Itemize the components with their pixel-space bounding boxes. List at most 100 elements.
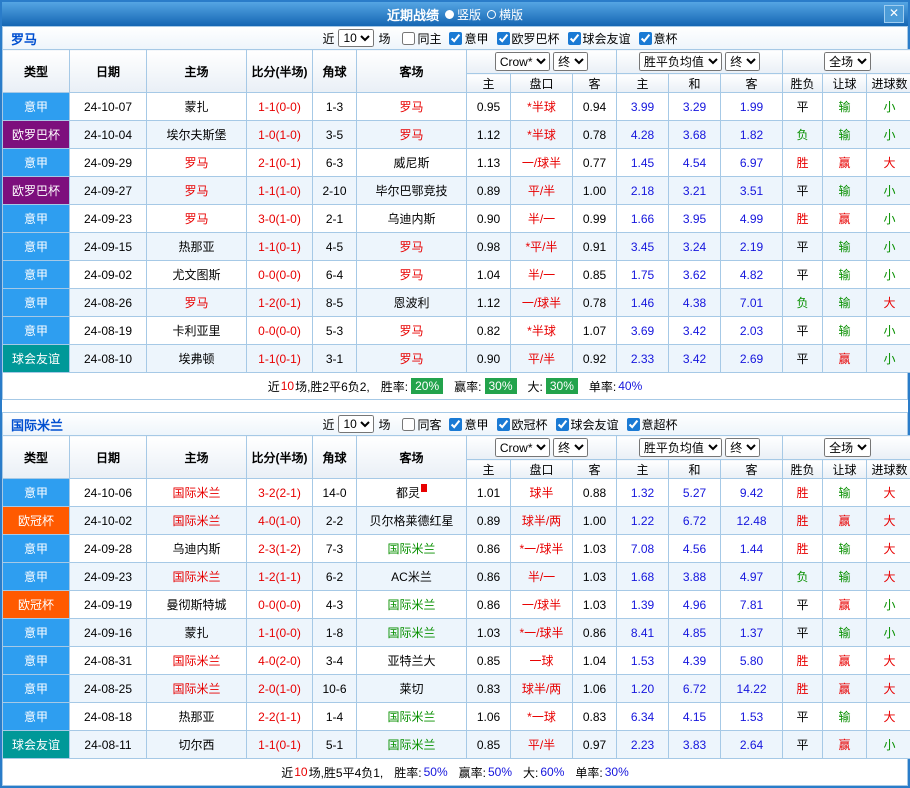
match-date: 24-10-04 bbox=[70, 121, 147, 149]
corners: 1-8 bbox=[313, 619, 357, 647]
away-team: 贝尔格莱德红星 bbox=[357, 507, 467, 535]
odds-stage-select[interactable]: 终 bbox=[553, 438, 588, 457]
match-date: 24-08-10 bbox=[70, 345, 147, 373]
match-row: 意甲24-09-28乌迪内斯2-3(1-2)7-3国际米兰0.86*一/球半1.… bbox=[3, 535, 910, 563]
corners: 3-1 bbox=[313, 345, 357, 373]
match-row: 欧罗巴杯24-10-04埃尔夫斯堡1-0(1-0)3-5罗马1.12*半球0.7… bbox=[3, 121, 910, 149]
popup-title: 近期战绩 bbox=[387, 5, 439, 24]
league-filter[interactable]: 意超杯 bbox=[627, 416, 678, 433]
match-date: 24-09-23 bbox=[70, 205, 147, 233]
bookmaker-select[interactable]: Crow* bbox=[495, 438, 550, 457]
league-badge: 欧罗巴杯 bbox=[3, 177, 70, 205]
away-team: 都灵 bbox=[357, 479, 467, 507]
league-filter-checkbox[interactable] bbox=[497, 418, 510, 431]
avg-stage-select[interactable]: 终 bbox=[725, 438, 760, 457]
league-filter-checkbox[interactable] bbox=[449, 418, 462, 431]
match-date: 24-09-28 bbox=[70, 535, 147, 563]
layout-radio-horizontal[interactable]: 横版 bbox=[487, 6, 523, 23]
league-filter-checkbox[interactable] bbox=[449, 32, 462, 45]
away-team: 乌迪内斯 bbox=[357, 205, 467, 233]
handicap-line: 一/球半 bbox=[511, 149, 573, 177]
league-filter[interactable]: 球会友谊 bbox=[568, 30, 631, 47]
avg-away: 7.81 bbox=[721, 591, 783, 619]
summary-text: 场,胜2平6负2, bbox=[295, 378, 370, 395]
handicap-result: 输 bbox=[823, 535, 867, 563]
odds-home: 0.98 bbox=[467, 233, 511, 261]
league-filter-checkbox[interactable] bbox=[627, 418, 640, 431]
league-filter[interactable]: 球会友谊 bbox=[556, 416, 619, 433]
col-type: 类型 bbox=[3, 436, 70, 479]
col-type: 类型 bbox=[3, 50, 70, 93]
league-filter[interactable]: 欧冠杯 bbox=[497, 416, 548, 433]
odds-home: 0.95 bbox=[467, 93, 511, 121]
league-filter[interactable]: 意杯 bbox=[639, 30, 678, 47]
handicap-line: *一/球半 bbox=[511, 535, 573, 563]
league-filter-checkbox[interactable] bbox=[556, 418, 569, 431]
league-filter-label: 欧罗巴杯 bbox=[512, 30, 560, 47]
col-result: 胜负 bbox=[783, 460, 823, 479]
league-badge: 意甲 bbox=[3, 703, 70, 731]
avg-select[interactable]: 胜平负均值 bbox=[639, 438, 722, 457]
handicap-line: 一/球半 bbox=[511, 289, 573, 317]
league-filter[interactable]: 意甲 bbox=[449, 416, 488, 433]
league-filter-checkbox[interactable] bbox=[568, 32, 581, 45]
league-filter[interactable]: 同客 bbox=[402, 416, 441, 433]
league-filters: 同主意甲 欧罗巴杯球会友谊意杯 bbox=[394, 30, 677, 47]
match-date: 24-10-06 bbox=[70, 479, 147, 507]
corners: 8-5 bbox=[313, 289, 357, 317]
league-filter[interactable]: 欧罗巴杯 bbox=[497, 30, 560, 47]
league-badge: 意甲 bbox=[3, 289, 70, 317]
result: 平 bbox=[783, 345, 823, 373]
league-badge: 意甲 bbox=[3, 479, 70, 507]
corners: 14-0 bbox=[313, 479, 357, 507]
result: 平 bbox=[783, 619, 823, 647]
match-count-select[interactable]: 10 bbox=[338, 415, 374, 433]
league-filter-label: 欧冠杯 bbox=[512, 416, 548, 433]
avg-away: 4.97 bbox=[721, 563, 783, 591]
scope-select[interactable]: 全场 bbox=[824, 52, 871, 71]
result: 平 bbox=[783, 261, 823, 289]
filter-bar: 近 10 场 同客意甲欧冠杯球会友谊意超杯 bbox=[93, 415, 907, 433]
avg-draw: 4.39 bbox=[669, 647, 721, 675]
home-team: 埃弗顿 bbox=[147, 345, 247, 373]
match-row: 意甲24-08-19卡利亚里0-0(0-0)5-3罗马0.82*半球1.073.… bbox=[3, 317, 910, 345]
avg-home: 6.34 bbox=[617, 703, 669, 731]
league-badge: 意甲 bbox=[3, 563, 70, 591]
col-away: 客场 bbox=[357, 50, 467, 93]
bookmaker-select[interactable]: Crow* bbox=[495, 52, 550, 71]
titlebar: 近期战绩 竖版 横版 ✕ bbox=[2, 2, 908, 26]
league-filter-checkbox[interactable] bbox=[497, 32, 510, 45]
league-filter-label: 球会友谊 bbox=[571, 416, 619, 433]
col-odds-away: 客 bbox=[573, 74, 617, 93]
league-filter-checkbox[interactable] bbox=[402, 418, 415, 431]
league-filter[interactable]: 意甲 bbox=[449, 30, 488, 47]
away-team: 莱切 bbox=[357, 675, 467, 703]
close-button[interactable]: ✕ bbox=[884, 5, 904, 23]
corners: 2-1 bbox=[313, 205, 357, 233]
league-filter-checkbox[interactable] bbox=[639, 32, 652, 45]
handicap-result: 赢 bbox=[823, 149, 867, 177]
score: 2-3(1-2) bbox=[247, 535, 313, 563]
league-badge: 意甲 bbox=[3, 647, 70, 675]
away-team: 毕尔巴鄂竞技 bbox=[357, 177, 467, 205]
avg-stage-select[interactable]: 终 bbox=[725, 52, 760, 71]
avg-home: 1.39 bbox=[617, 591, 669, 619]
result: 平 bbox=[783, 233, 823, 261]
league-badge: 意甲 bbox=[3, 675, 70, 703]
league-filter-checkbox[interactable] bbox=[402, 32, 415, 45]
league-filter[interactable]: 同主 bbox=[402, 30, 441, 47]
layout-radio-vertical[interactable]: 竖版 bbox=[445, 6, 481, 23]
avg-home: 2.23 bbox=[617, 731, 669, 759]
avg-select[interactable]: 胜平负均值 bbox=[639, 52, 722, 71]
match-count-select[interactable]: 10 bbox=[338, 29, 374, 47]
home-team: 热那亚 bbox=[147, 703, 247, 731]
scope-select[interactable]: 全场 bbox=[824, 438, 871, 457]
odds-stage-select[interactable]: 终 bbox=[553, 52, 588, 71]
summary-stat-label: 赢率: bbox=[459, 764, 486, 781]
handicap-result: 输 bbox=[823, 289, 867, 317]
result: 平 bbox=[783, 703, 823, 731]
summary-row: 近10场,胜5平4负1,胜率:50%赢率:50%大:60%单率:30% bbox=[2, 759, 908, 786]
summary-stat-label: 单率: bbox=[575, 764, 602, 781]
col-avg-draw: 和 bbox=[669, 460, 721, 479]
corners: 6-4 bbox=[313, 261, 357, 289]
